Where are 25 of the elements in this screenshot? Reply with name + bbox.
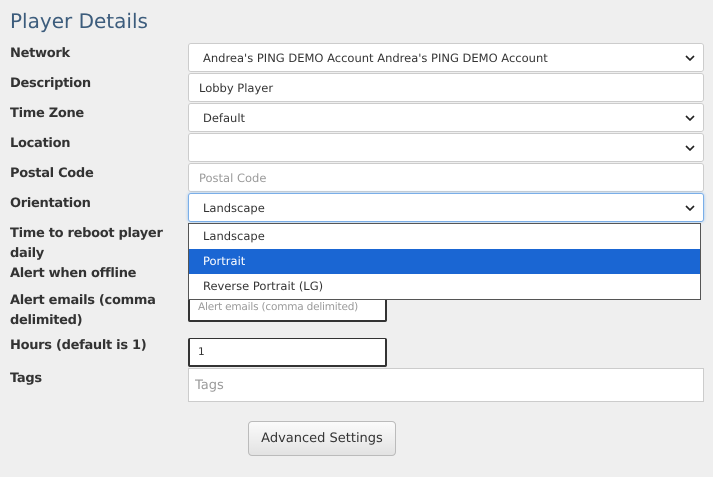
dropdown-option[interactable]: Portrait: [189, 249, 700, 274]
chevron-down-icon: [685, 54, 695, 60]
select-field[interactable]: Landscape: [188, 193, 704, 222]
dropdown-option[interactable]: Landscape: [189, 224, 700, 249]
chevron-down-icon: [685, 204, 695, 210]
field-label: Tags: [10, 370, 43, 388]
field-label: Alert when offline: [10, 265, 138, 283]
field-label: Orientation: [10, 195, 92, 213]
chevron-down-icon: [685, 114, 695, 120]
field-label: Time Zone: [10, 105, 85, 123]
chevron-down-icon: [685, 144, 695, 150]
field-label: Hours (default is 1): [10, 337, 148, 355]
field-label: Network: [10, 45, 72, 63]
field-label: Location: [10, 135, 72, 153]
advanced-settings-button[interactable]: Advanced Settings: [248, 421, 396, 456]
field-label: Postal Code: [10, 165, 94, 183]
field-label: Alert emails (comma delimited): [10, 292, 157, 330]
select-field[interactable]: Default: [188, 103, 704, 132]
field-label: Description: [10, 75, 92, 93]
input-field[interactable]: Lobby Player: [188, 73, 704, 102]
select-field[interactable]: Andrea's PING DEMO Account Andrea's PING DEMO Account: [188, 43, 704, 72]
page-title: Player Details: [10, 8, 149, 35]
input-field[interactable]: 1: [188, 338, 387, 367]
field-label: Time to reboot player daily: [10, 225, 164, 263]
select-field[interactable]: [188, 133, 704, 162]
